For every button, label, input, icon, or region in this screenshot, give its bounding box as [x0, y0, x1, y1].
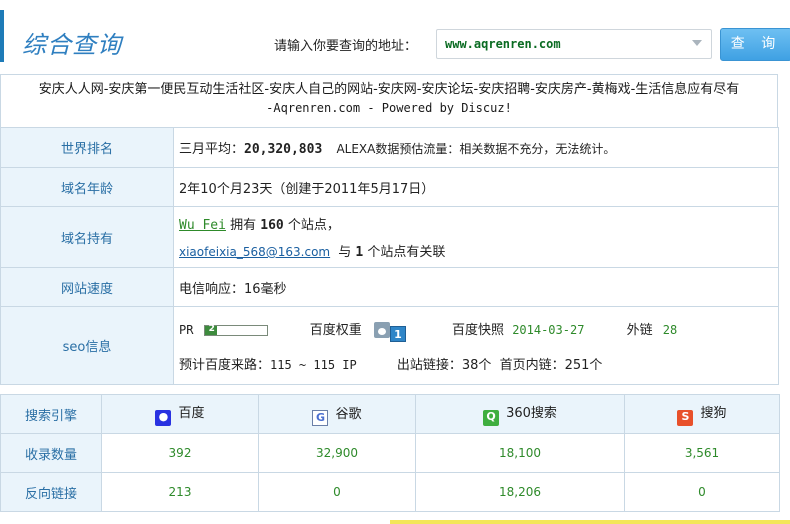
engine-sogou: S 搜狗 [624, 394, 780, 434]
search-360-icon: Q [483, 410, 500, 426]
out-links-label: 出站链接： [396, 357, 462, 373]
chevron-down-icon[interactable] [692, 40, 702, 46]
owner-name-link[interactable]: Wu Fei [179, 218, 226, 233]
engine-google: G 谷歌 [258, 394, 416, 434]
owner-sites-suffix: 个站点， [287, 218, 340, 233]
out-links-value: 38个 [461, 357, 492, 373]
rank-label: 世界排名 [0, 127, 174, 168]
indexed-label: 收录数量 [0, 433, 102, 473]
query-input[interactable] [436, 29, 712, 59]
pr-value: 2 [208, 323, 215, 334]
speed-row: 网站速度 电信响应：16毫秒 [0, 267, 779, 307]
sogou-icon: S [677, 410, 694, 426]
search-engine-table: 搜索引擎 ● 百度 G 谷歌 Q 360搜索 S 搜狗 收录数量 392 32,900 … [0, 394, 780, 512]
owner-has: 拥有 [230, 218, 257, 233]
query-label: 请输入你要查询的地址： [274, 39, 418, 54]
owner-row: 域名持有 Wu Fei 拥有 160 个站点， xiaofeixia_568@1… [0, 206, 779, 268]
baidu-icon: ● [155, 410, 172, 426]
engine-google-name: 谷歌 [335, 406, 362, 422]
rank-value: 20,320,803 [244, 142, 323, 157]
age-row: 域名年龄 2年10个月23天（创建于2011年5月17日） [0, 167, 779, 207]
seo-label: seo信息 [0, 306, 174, 385]
speed-label: 网站速度 [0, 267, 174, 307]
owner-related-count: 1 [355, 245, 364, 260]
baidu-indexed: 392 [101, 433, 259, 473]
outlinks-value: 28 [662, 322, 678, 337]
site-info-table: 世界排名 三月平均：20,320,803 ALEXA数据预估流量：相关数据不充分… [0, 127, 779, 385]
rank-prefix: 三月平均： [179, 142, 245, 157]
owner-line2: xiaofeixia_568@163.com 与 1 个站点有关联 [179, 241, 778, 260]
owner-sites-count: 160 [260, 218, 284, 233]
engine-sogou-name: 搜狗 [700, 406, 727, 421]
baidu-weight-badge: 1 [389, 325, 406, 342]
site-title-line2: -Aqrenren.com - Powered by Discuz! [266, 101, 512, 115]
google-indexed: 32,900 [258, 433, 416, 473]
owner-email-link[interactable]: xiaofeixia_568@163.com [179, 245, 330, 259]
google-backlinks: 0 [258, 472, 416, 512]
age-value: 2年10个月23天（创建于2011年5月17日） [173, 167, 779, 207]
backlinks-row: 反向链接 213 0 18,206 0 [0, 472, 780, 512]
indexed-row: 收录数量 392 32,900 18,100 3,561 [0, 433, 780, 473]
baidu-paw-icon [373, 321, 390, 338]
sogou-backlinks: 0 [624, 472, 780, 512]
seo-line2: 预计百度来路：115 ~ 115 IP 出站链接：38个 首页内链：251个 [179, 354, 778, 373]
rank-alexa-note: ALEXA数据预估流量：相关数据不充分，无法统计。 [336, 142, 616, 156]
header-accent-bar [0, 10, 4, 62]
engine-header-row: 搜索引擎 ● 百度 G 谷歌 Q 360搜索 S 搜狗 [0, 394, 780, 434]
engine-baidu: ● 百度 [101, 394, 259, 434]
rank-row: 世界排名 三月平均：20,320,803 ALEXA数据预估流量：相关数据不充分… [0, 127, 779, 168]
sogou-indexed: 3,561 [624, 433, 780, 473]
header: 综合查询 请输入你要查询的地址： 查 询 [0, 0, 790, 74]
pr-bar: 2 [203, 323, 268, 336]
backlinks-label: 反向链接 [0, 472, 102, 512]
owner-email-with: 与 [338, 245, 352, 260]
360-backlinks: 18,206 [415, 472, 625, 512]
seo-row: seo信息 PR 2 百度权重 1 百度快照 2014-03-27 外链 28 … [0, 306, 779, 385]
query-button[interactable]: 查 询 [720, 28, 790, 61]
bottom-strip [0, 512, 790, 524]
home-links-value: 251个 [564, 357, 603, 373]
seo-line1: PR 2 百度权重 1 百度快照 2014-03-27 外链 28 [179, 319, 778, 342]
pr-label: PR [179, 322, 194, 337]
speed-value: 电信响应：16毫秒 [173, 267, 779, 307]
site-title-banner: 安庆人人网-安庆第一便民互动生活社区-安庆人自己的网站-安庆网-安庆论坛-安庆招… [0, 74, 778, 128]
age-label: 域名年龄 [0, 167, 174, 207]
google-icon: G [312, 409, 329, 426]
outlinks-label: 外链 [626, 322, 653, 338]
traffic-value: 115 ~ 115 IP [270, 357, 357, 372]
engine-360-name: 360搜索 [506, 406, 557, 421]
owner-label: 域名持有 [0, 206, 174, 268]
seo-cell: PR 2 百度权重 1 百度快照 2014-03-27 外链 28 预计百度来路… [173, 306, 779, 385]
engine-baidu-name: 百度 [178, 406, 205, 421]
owner-cell: Wu Fei 拥有 160 个站点， xiaofeixia_568@163.co… [173, 206, 779, 268]
360-indexed: 18,100 [415, 433, 625, 473]
baidu-backlinks: 213 [101, 472, 259, 512]
home-links-label: 首页内链： [499, 357, 565, 373]
baidu-snapshot-value: 2014-03-27 [512, 322, 585, 337]
baidu-weight-label: 百度权重 [309, 322, 362, 338]
owner-line1: Wu Fei 拥有 160 个站点， [179, 214, 778, 233]
owner-related-suffix: 个站点有关联 [367, 245, 446, 260]
site-title-line1: 安庆人人网-安庆第一便民互动生活社区-安庆人自己的网站-安庆网-安庆论坛-安庆招… [38, 82, 740, 97]
engine-360: Q 360搜索 [415, 394, 625, 434]
rank-cell: 三月平均：20,320,803 ALEXA数据预估流量：相关数据不充分，无法统计… [173, 127, 779, 168]
traffic-label: 预计百度来路： [179, 357, 271, 373]
page-title: 综合查询 [22, 31, 122, 59]
bottom-highlight [390, 520, 790, 524]
baidu-snapshot-label: 百度快照 [452, 322, 505, 338]
engine-header-label: 搜索引擎 [0, 394, 102, 434]
